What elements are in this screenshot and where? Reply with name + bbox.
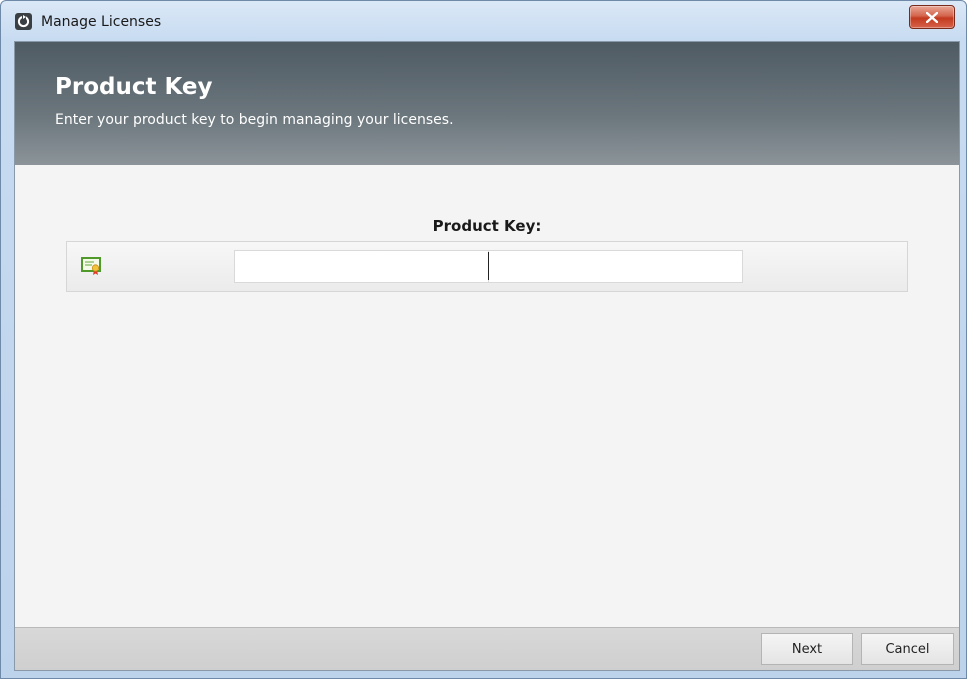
window-title: Manage Licenses [41,14,162,30]
close-icon [926,12,938,23]
title-bar[interactable]: Manage Licenses [1,1,966,41]
page-title: Product Key [55,74,213,100]
footer-bar: Next Cancel [15,627,959,670]
cancel-button[interactable]: Cancel [861,633,954,665]
text-caret [488,252,489,280]
manage-licenses-window: Manage Licenses Product Key Enter your p… [0,0,967,679]
header-banner: Product Key Enter your product key to be… [15,42,959,165]
app-logo-icon [15,13,32,30]
next-button[interactable]: Next [761,633,853,665]
product-key-field-1[interactable] [234,250,488,283]
page-subtitle: Enter your product key to begin managing… [55,112,454,128]
certificate-icon [81,257,101,275]
product-key-label: Product Key: [432,217,542,235]
dialog-content: Product Key Enter your product key to be… [14,41,960,671]
product-key-field-2[interactable] [488,250,743,283]
close-button[interactable] [909,5,955,29]
product-key-row [66,241,908,292]
